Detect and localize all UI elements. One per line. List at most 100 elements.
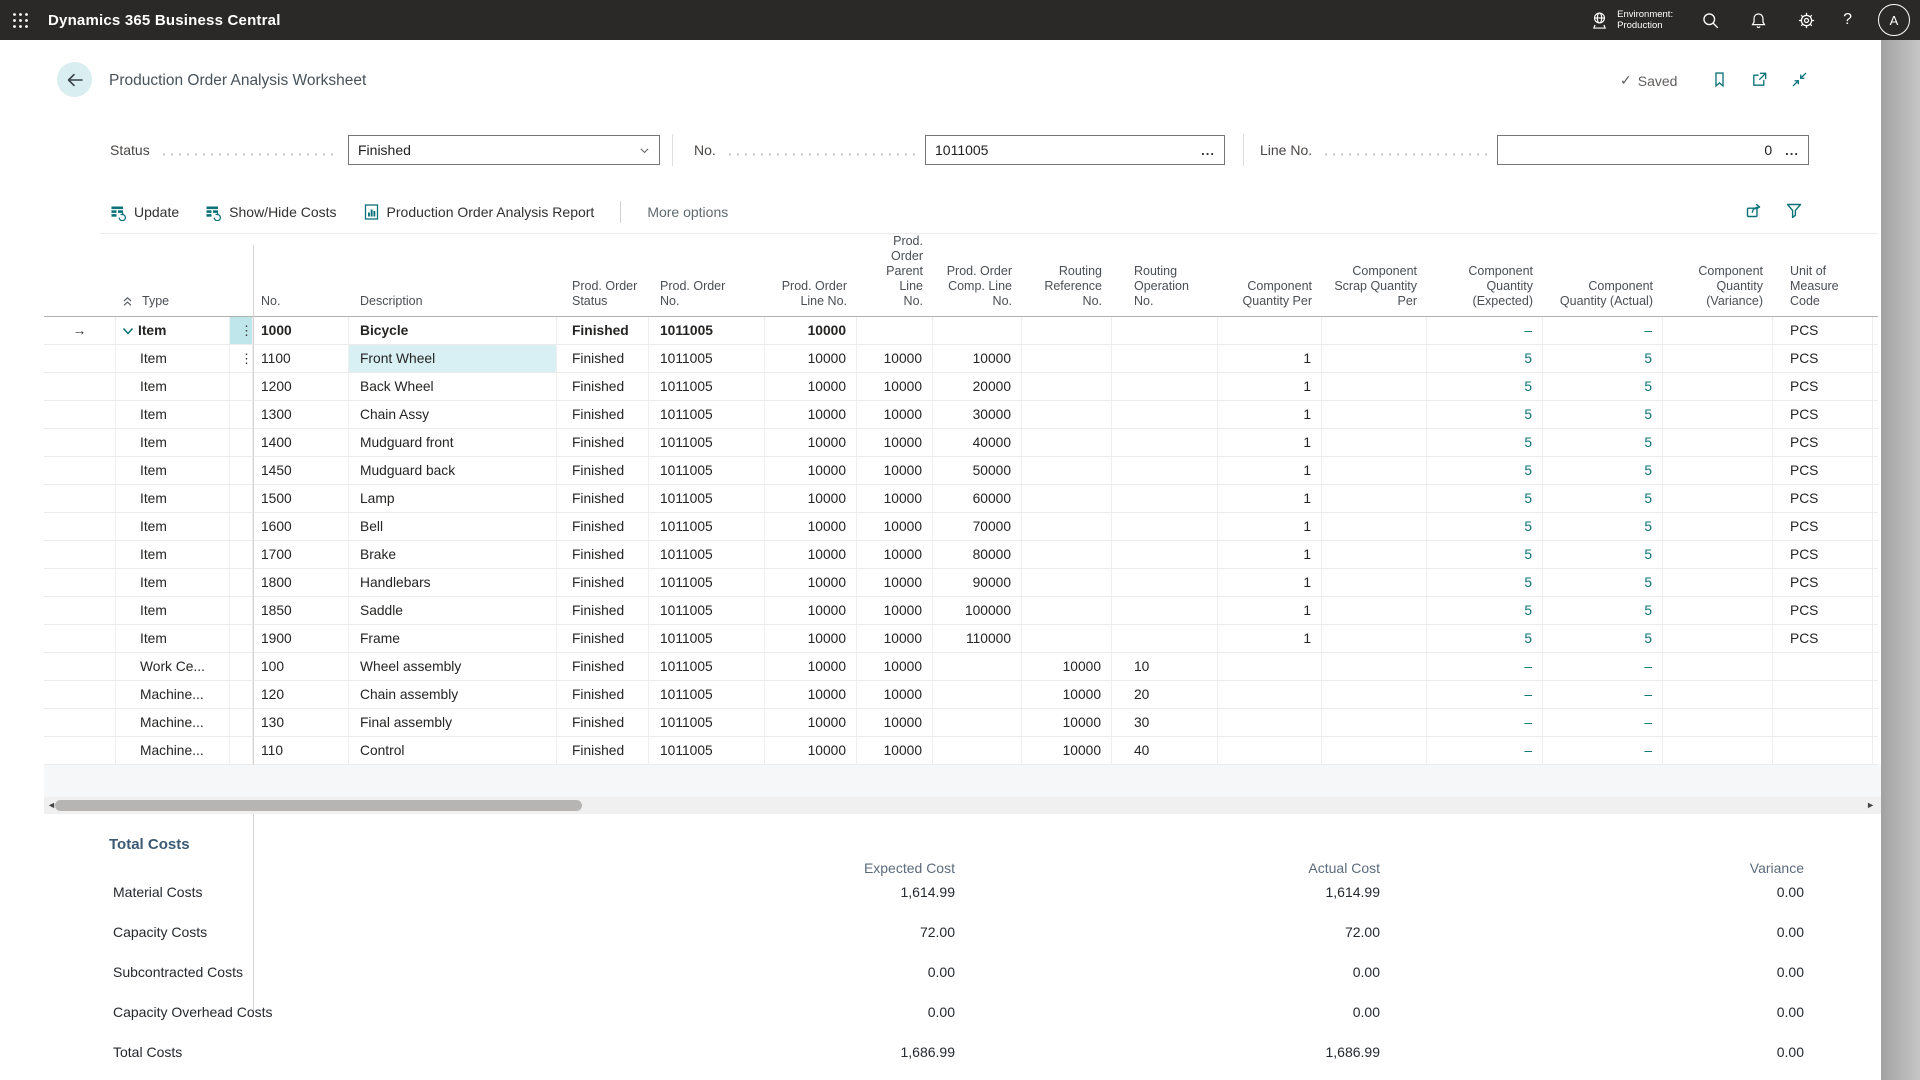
cell-type[interactable]: Item (116, 485, 230, 512)
cell-routing_op_no[interactable] (1112, 429, 1218, 456)
cell-uom[interactable] (1773, 653, 1873, 680)
cell-status[interactable]: Finished (557, 457, 649, 484)
cell-uom[interactable]: PCS (1773, 513, 1873, 540)
cell-description[interactable]: Bicycle (349, 317, 557, 344)
no-filter-input[interactable]: 1011005 ... (925, 135, 1225, 165)
cell-qty_per[interactable] (1218, 709, 1322, 736)
cell-qty_actual[interactable]: 5 (1543, 569, 1663, 596)
cell-qty_per[interactable] (1218, 737, 1322, 764)
cell-line_no[interactable]: 10000 (765, 345, 857, 372)
cell-status[interactable]: Finished (557, 373, 649, 400)
cell-qty_expected[interactable]: – (1427, 737, 1543, 764)
cell-qty_expected[interactable]: – (1427, 681, 1543, 708)
cell-scrap_per[interactable] (1322, 457, 1427, 484)
account-avatar[interactable]: A (1878, 4, 1910, 36)
cell-type[interactable]: Item (116, 513, 230, 540)
cell-parent_line_no[interactable]: 10000 (857, 429, 933, 456)
cell-line_no[interactable]: 10000 (765, 541, 857, 568)
cell-description[interactable]: Back Wheel (349, 373, 557, 400)
cell-status[interactable]: Finished (557, 429, 649, 456)
cell-qty_per[interactable]: 1 (1218, 485, 1322, 512)
cell-order_no[interactable]: 1011005 (649, 457, 765, 484)
cell-no[interactable]: 1700 (253, 541, 349, 568)
cell-order_no[interactable]: 1011005 (649, 541, 765, 568)
cell-qty_variance[interactable] (1663, 485, 1773, 512)
cell-scrap_per[interactable] (1322, 401, 1427, 428)
cell-parent_line_no[interactable]: 10000 (857, 653, 933, 680)
cell-type[interactable]: Item (116, 569, 230, 596)
cell-description[interactable]: Chain Assy (349, 401, 557, 428)
cell-uom[interactable]: PCS (1773, 569, 1873, 596)
cell-routing_op_no[interactable] (1112, 513, 1218, 540)
cell-scrap_per[interactable] (1322, 373, 1427, 400)
cell-no[interactable]: 110 (253, 737, 349, 764)
cell-routing_op_no[interactable] (1112, 569, 1218, 596)
column-header-qty_variance[interactable]: Component Quantity (Variance) (1663, 264, 1773, 316)
cell-type[interactable]: Item (116, 401, 230, 428)
cell-uom[interactable]: PCS (1773, 541, 1873, 568)
cell-line_no[interactable]: 10000 (765, 373, 857, 400)
cell-qty_per[interactable] (1218, 317, 1322, 344)
cell-qty_actual[interactable]: 5 (1543, 457, 1663, 484)
cell-order_no[interactable]: 1011005 (649, 429, 765, 456)
cell-status[interactable]: Finished (557, 681, 649, 708)
cell-qty_variance[interactable] (1663, 737, 1773, 764)
cell-qty_expected[interactable]: 5 (1427, 457, 1543, 484)
cell-scrap_per[interactable] (1322, 569, 1427, 596)
cell-routing_ref_no[interactable] (1022, 485, 1112, 512)
cell-status[interactable]: Finished (557, 345, 649, 372)
cell-line_no[interactable]: 10000 (765, 513, 857, 540)
cell-type[interactable]: Item (116, 541, 230, 568)
cell-qty_actual[interactable]: 5 (1543, 625, 1663, 652)
share-icon[interactable] (1744, 200, 1764, 220)
cell-qty_per[interactable]: 1 (1218, 541, 1322, 568)
cell-uom[interactable]: PCS (1773, 317, 1873, 344)
column-header-routing_op_no[interactable]: Routing Operation No. (1112, 264, 1218, 316)
cell-scrap_per[interactable] (1322, 597, 1427, 624)
cell-qty_expected[interactable]: 5 (1427, 625, 1543, 652)
cell-uom[interactable] (1773, 681, 1873, 708)
analysis-report-button[interactable]: Production Order Analysis Report (363, 203, 595, 221)
cell-dots[interactable] (230, 737, 253, 764)
cell-gutter[interactable] (44, 597, 116, 624)
show-hide-costs-button[interactable]: Show/Hide Costs (205, 204, 336, 221)
cell-dots[interactable] (230, 401, 253, 428)
cell-qty_per[interactable]: 1 (1218, 429, 1322, 456)
cell-qty_expected[interactable]: 5 (1427, 345, 1543, 372)
cell-line_no[interactable]: 10000 (765, 597, 857, 624)
cell-line_no[interactable]: 10000 (765, 317, 857, 344)
cell-routing_ref_no[interactable] (1022, 401, 1112, 428)
cell-routing_op_no[interactable] (1112, 373, 1218, 400)
cell-description[interactable]: Bell (349, 513, 557, 540)
cell-routing_op_no[interactable] (1112, 625, 1218, 652)
cell-qty_expected[interactable]: 5 (1427, 373, 1543, 400)
cell-order_no[interactable]: 1011005 (649, 681, 765, 708)
cell-routing_ref_no[interactable] (1022, 429, 1112, 456)
cell-routing_op_no[interactable] (1112, 541, 1218, 568)
cell-dots[interactable] (230, 429, 253, 456)
cell-dots[interactable] (230, 569, 253, 596)
cell-qty_per[interactable]: 1 (1218, 625, 1322, 652)
cell-qty_variance[interactable] (1663, 373, 1773, 400)
column-header-type[interactable]: Type (116, 294, 230, 316)
cell-parent_line_no[interactable]: 10000 (857, 345, 933, 372)
cell-status[interactable]: Finished (557, 597, 649, 624)
cell-qty_variance[interactable] (1663, 569, 1773, 596)
cell-uom[interactable] (1773, 737, 1873, 764)
column-header-uom[interactable]: Unit of Measure Code (1773, 264, 1873, 316)
cell-no[interactable]: 1500 (253, 485, 349, 512)
cell-uom[interactable] (1773, 709, 1873, 736)
cell-comp_line_no[interactable] (933, 317, 1022, 344)
cell-gutter[interactable] (44, 485, 116, 512)
cell-type[interactable]: Machine... (116, 681, 230, 708)
more-options-button[interactable]: More options (647, 204, 728, 220)
environment-indicator[interactable]: Environment: Production (1589, 9, 1673, 31)
cell-routing_op_no[interactable] (1112, 485, 1218, 512)
cell-routing_op_no[interactable]: 20 (1112, 681, 1218, 708)
cell-routing_ref_no[interactable] (1022, 597, 1112, 624)
horizontal-scrollbar[interactable]: ◄ ► (44, 797, 1881, 814)
cell-line_no[interactable]: 10000 (765, 429, 857, 456)
cell-type[interactable]: Machine... (116, 737, 230, 764)
cell-qty_variance[interactable] (1663, 457, 1773, 484)
cell-description[interactable]: Control (349, 737, 557, 764)
